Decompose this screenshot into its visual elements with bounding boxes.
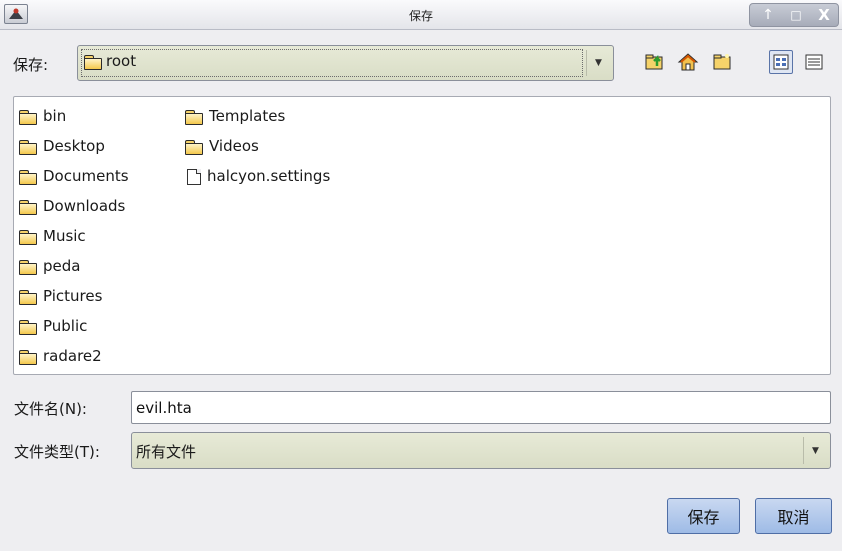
file-name: Music (43, 227, 86, 245)
list-item[interactable]: Pictures (19, 285, 129, 315)
list-item[interactable]: Public (19, 315, 129, 345)
list-item[interactable]: Music (19, 225, 129, 255)
file-name: Pictures (43, 287, 103, 305)
file-name: Videos (209, 137, 259, 155)
folder-icon (185, 139, 203, 155)
file-name: bin (43, 107, 67, 125)
window-title: 保存 (408, 9, 433, 23)
combo-focus-ring (81, 49, 583, 77)
chevron-down-icon[interactable]: ▼ (803, 437, 827, 464)
list-item[interactable]: Videos (185, 135, 330, 165)
list-item[interactable]: Downloads (19, 195, 129, 225)
list-item[interactable]: Desktop (19, 135, 129, 165)
file-name: Downloads (43, 197, 126, 215)
folder-icon (19, 289, 37, 305)
list-item[interactable]: halcyon.settings (185, 165, 330, 195)
file-column-1: bin Desktop Documents Downloads Music pe… (19, 105, 129, 375)
list-item[interactable]: Templates (185, 105, 330, 135)
folder-up-icon[interactable] (645, 52, 667, 72)
list-item[interactable]: peda (19, 255, 129, 285)
folder-icon (19, 169, 37, 185)
cancel-button[interactable]: 取消 (755, 498, 832, 534)
location-current: root (106, 52, 137, 70)
home-icon[interactable] (677, 52, 699, 72)
file-list-panel[interactable]: bin Desktop Documents Downloads Music pe… (13, 96, 831, 375)
restore-up-icon[interactable]: ↑ (754, 4, 782, 26)
file-name: peda (43, 257, 81, 275)
file-name: halcyon.settings (207, 167, 331, 185)
folder-icon (19, 319, 37, 335)
file-icon (187, 168, 201, 185)
location-value: root (84, 52, 136, 70)
close-icon[interactable]: X (810, 4, 838, 26)
save-in-label: 保存: (13, 56, 49, 74)
filetype-select[interactable]: 所有文件 ▼ (131, 432, 831, 469)
new-folder-icon[interactable] (712, 52, 734, 72)
folder-icon (185, 109, 203, 125)
window-controls: ↑ □ X (749, 3, 839, 27)
folder-icon (19, 139, 37, 155)
filetype-value: 所有文件 (136, 443, 197, 461)
file-name: Desktop (43, 137, 105, 155)
details-view-icon[interactable] (802, 50, 826, 74)
maximize-icon[interactable]: □ (782, 4, 810, 26)
list-view-icon[interactable] (769, 50, 793, 74)
file-name: radare2 (43, 347, 102, 365)
folder-icon (84, 54, 102, 70)
file-name: Templates (209, 107, 286, 125)
folder-icon (19, 349, 37, 365)
list-item[interactable]: radare2 (19, 345, 129, 375)
folder-icon (19, 259, 37, 275)
folder-icon (19, 199, 37, 215)
file-name: Public (43, 317, 88, 335)
file-name: Documents (43, 167, 129, 185)
filename-field[interactable] (131, 391, 831, 424)
location-combo[interactable]: root ▼ (77, 45, 614, 81)
file-column-2: Templates Videos halcyon.settings (185, 105, 330, 195)
folder-icon (19, 109, 37, 125)
title-bar: 保存 ↑ □ X (0, 0, 842, 30)
save-button[interactable]: 保存 (667, 498, 740, 534)
list-item[interactable]: bin (19, 105, 129, 135)
folder-icon (19, 229, 37, 245)
chevron-down-icon[interactable]: ▼ (586, 50, 610, 76)
list-item[interactable]: Documents (19, 165, 129, 195)
filetype-label: 文件类型(T): (14, 443, 100, 461)
filename-label: 文件名(N): (14, 400, 87, 418)
